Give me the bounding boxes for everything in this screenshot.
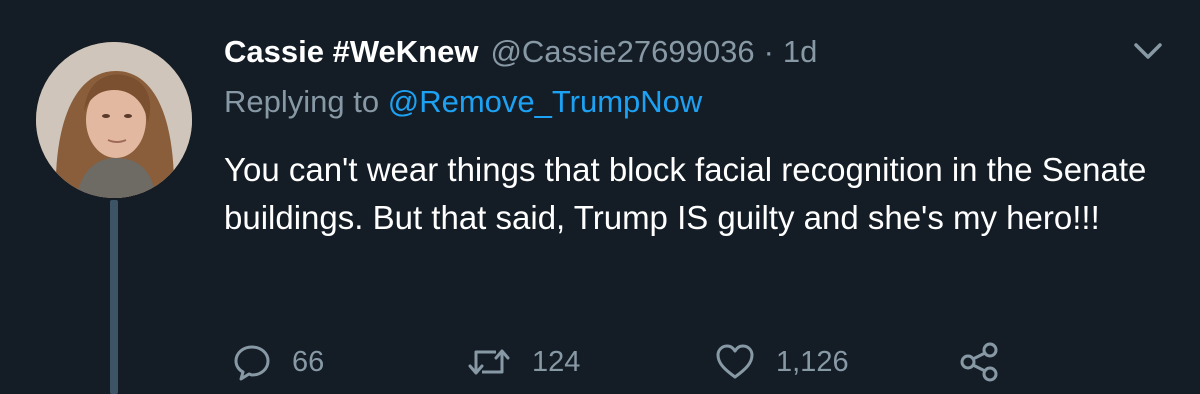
- tweet[interactable]: Cassie #WeKnew @Cassie27699036 · 1d Repl…: [0, 0, 1200, 394]
- like-button[interactable]: 1,126: [714, 336, 849, 388]
- thread-line: [110, 200, 118, 394]
- share-nodes-icon: [960, 342, 998, 382]
- separator-dot: ·: [763, 34, 774, 69]
- replying-to: Replying to @Remove_TrumpNow: [224, 84, 702, 120]
- share-button[interactable]: [958, 336, 1000, 388]
- tweet-header: Cassie #WeKnew @Cassie27699036 · 1d: [224, 30, 817, 74]
- heart-icon: [716, 344, 754, 379]
- user-handle[interactable]: @Cassie27699036: [490, 34, 754, 70]
- like-count: 1,126: [776, 345, 849, 378]
- chevron-down-icon[interactable]: [1128, 36, 1168, 66]
- timestamp[interactable]: 1d: [783, 34, 817, 70]
- retweet-count: 124: [532, 345, 581, 378]
- action-bar: 66 124 1,126: [224, 336, 1024, 388]
- retweet-button[interactable]: 124: [466, 336, 580, 388]
- replying-to-label: Replying to: [224, 84, 380, 119]
- reply-count: 66: [292, 345, 325, 378]
- speech-bubble-icon: [234, 345, 270, 381]
- replying-to-handle[interactable]: @Remove_TrumpNow: [388, 84, 703, 119]
- tweet-text: You can't wear things that block facial …: [224, 151, 1147, 236]
- reply-button[interactable]: 66: [232, 336, 324, 388]
- avatar[interactable]: [36, 42, 192, 198]
- avatar-photo: [36, 42, 192, 198]
- display-name[interactable]: Cassie #WeKnew: [224, 34, 478, 70]
- retweet-arrows-icon: [468, 349, 510, 375]
